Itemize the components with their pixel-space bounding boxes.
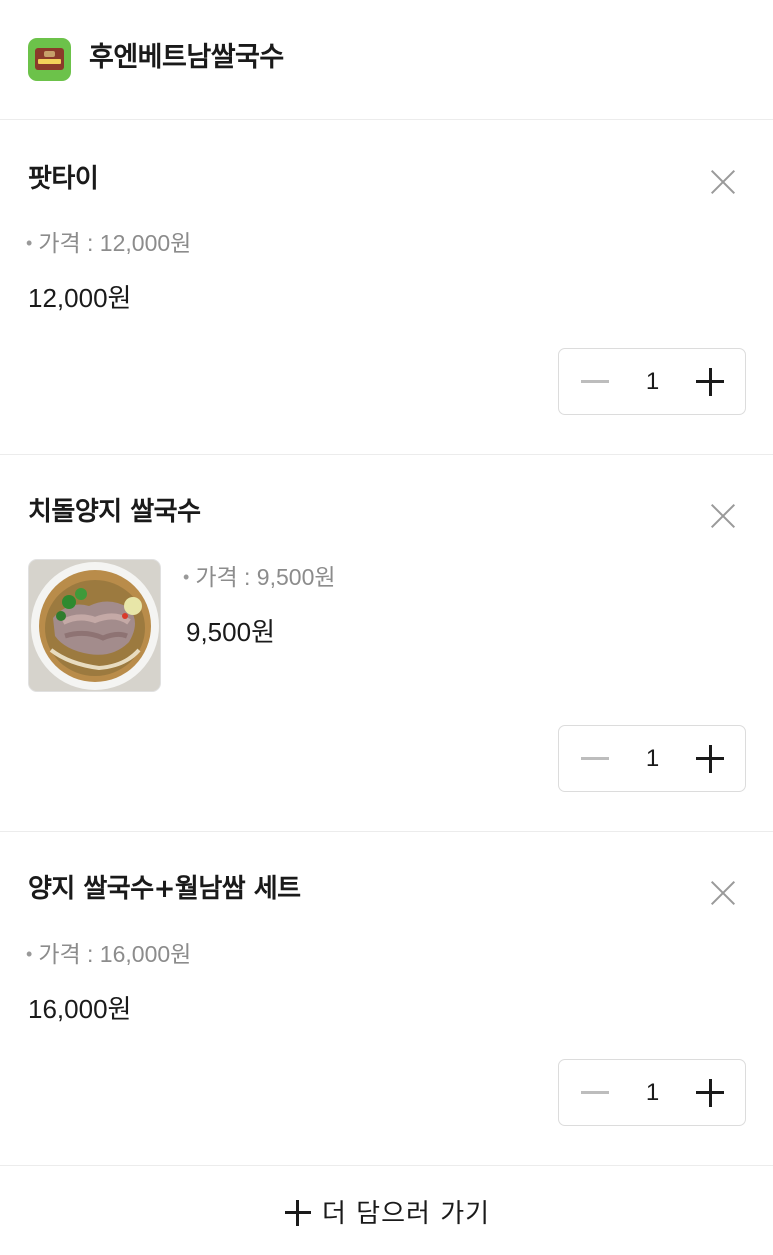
bullet-icon: • (26, 233, 33, 253)
item-total-price: 9,500원 (186, 617, 275, 647)
quantity-value: 1 (645, 368, 660, 395)
add-more-label: 더 담으러 가기 (322, 1199, 491, 1229)
increase-quantity-button[interactable] (680, 1060, 740, 1125)
quantity-stepper: 1 (558, 1059, 746, 1126)
decrease-quantity-button[interactable] (565, 349, 625, 414)
item-unit-price: • 가격 : 12,000원 (26, 230, 192, 256)
item-unit-price: • 가격 : 16,000원 (26, 941, 192, 967)
remove-item-button[interactable] (704, 497, 742, 535)
add-more-button[interactable]: 더 담으러 가기 (0, 1166, 773, 1255)
store-logo-icon (28, 38, 71, 81)
quantity-value: 1 (645, 1079, 660, 1106)
cart-item: 양지 쌀국수+월남쌈 세트 • 가격 : 16,000원 16,000원 1 (0, 832, 773, 1166)
increase-quantity-button[interactable] (680, 726, 740, 791)
bullet-icon: • (183, 567, 190, 587)
quantity-stepper: 1 (558, 725, 746, 792)
rice-noodle-soup-photo-icon (29, 560, 160, 691)
item-image (28, 559, 161, 692)
item-total-price: 12,000원 (28, 283, 132, 313)
cart-header: 후엔베트남쌀국수 (0, 0, 773, 120)
item-name: 치돌양지 쌀국수 (28, 497, 201, 527)
item-total-price: 16,000원 (28, 994, 132, 1024)
cart-item: 팟타이 • 가격 : 12,000원 12,000원 1 (0, 121, 773, 455)
cart-item: 치돌양지 쌀국수 • 가격 : 9,500원 9,500원 1 (0, 455, 773, 832)
item-name: 팟타이 (28, 164, 99, 194)
store-name[interactable]: 후엔베트남쌀국수 (89, 40, 284, 76)
item-unit-price: • 가격 : 9,500원 (183, 564, 336, 590)
plus-icon (284, 1199, 312, 1227)
decrease-quantity-button[interactable] (565, 726, 625, 791)
item-name: 양지 쌀국수+월남쌈 세트 (28, 874, 301, 904)
increase-quantity-button[interactable] (680, 349, 740, 414)
decrease-quantity-button[interactable] (565, 1060, 625, 1125)
bullet-icon: • (26, 944, 33, 964)
quantity-stepper: 1 (558, 348, 746, 415)
remove-item-button[interactable] (704, 874, 742, 912)
remove-item-button[interactable] (704, 163, 742, 201)
quantity-value: 1 (645, 745, 660, 772)
